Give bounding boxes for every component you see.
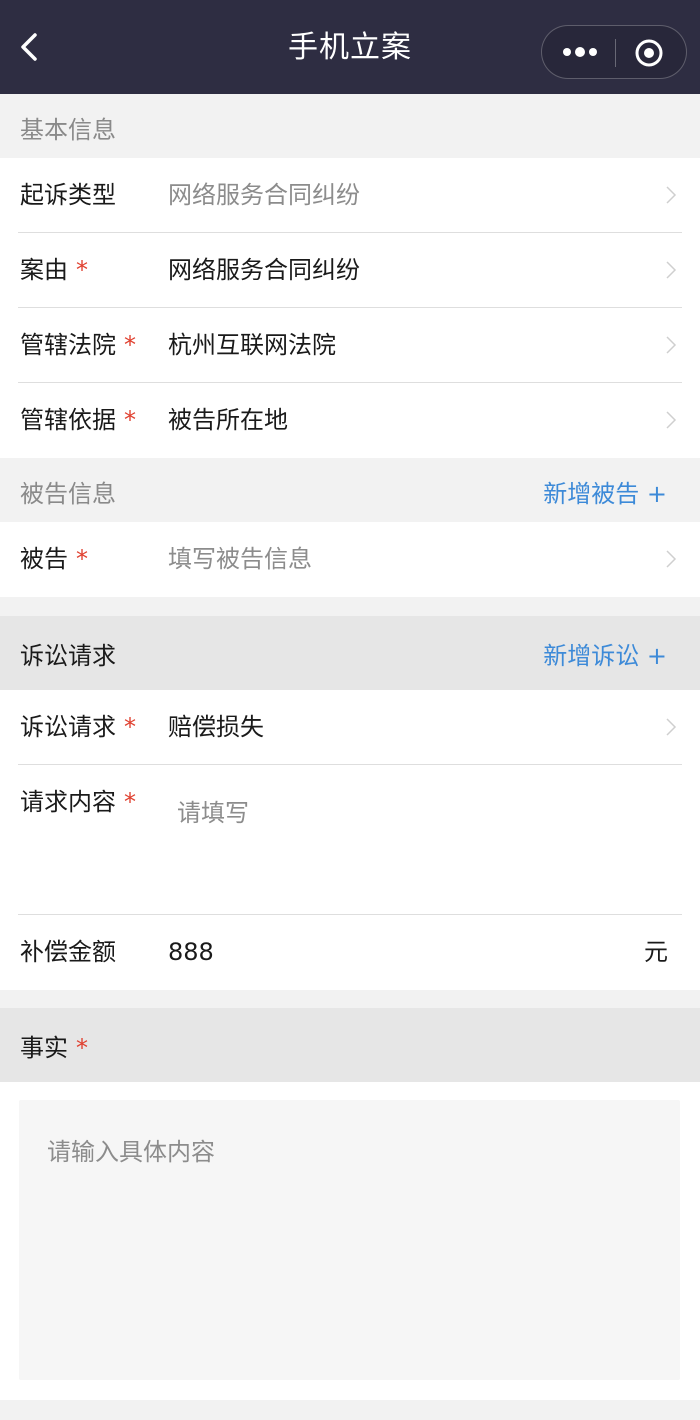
section-title: 基本信息 — [20, 116, 116, 144]
section-header-defendant: 被告信息 新增被告 + — [0, 458, 700, 522]
chevron-right-icon — [666, 261, 677, 279]
capsule-divider — [615, 39, 616, 67]
chevron-right-icon — [666, 336, 677, 354]
required-mark: * — [124, 331, 136, 359]
form-row-jurisdiction-basis[interactable]: 管辖依据 * 被告所在地 — [0, 383, 700, 458]
field-label: 请求内容 * — [20, 788, 136, 816]
currency-unit: 元 — [644, 938, 668, 966]
form-row-claim-content[interactable]: 请求内容 * 请填写 — [0, 765, 700, 915]
field-placeholder: 填写被告信息 — [168, 545, 312, 573]
amount-input[interactable]: 888 — [168, 936, 214, 968]
section-title: 事实 * — [20, 1034, 88, 1062]
field-label: 补偿金额 — [20, 938, 116, 966]
form-row-cause[interactable]: 案由 * 网络服务合同纠纷 — [0, 233, 700, 308]
required-mark: * — [124, 788, 136, 816]
section-header-claims: 诉讼请求 新增诉讼 + — [0, 616, 700, 690]
navigation-bar: 手机立案 — [0, 0, 700, 94]
add-defendant-button[interactable]: 新增被告 + — [543, 474, 667, 509]
field-label: 案由 * — [20, 256, 88, 284]
facts-textarea[interactable]: 请输入具体内容 — [19, 1100, 680, 1380]
chevron-right-icon — [666, 550, 677, 568]
more-button[interactable] — [560, 39, 600, 65]
add-claim-button[interactable]: 新增诉讼 + — [543, 636, 667, 671]
chevron-right-icon — [666, 718, 677, 736]
form-row-defendant[interactable]: 被告 * 填写被告信息 — [0, 522, 700, 597]
field-value: 赔偿损失 — [168, 713, 264, 741]
required-mark: * — [124, 713, 136, 741]
required-mark: * — [76, 1034, 88, 1062]
close-miniprogram-button[interactable] — [634, 38, 664, 68]
form-row-amount[interactable]: 补偿金额 888 元 — [0, 915, 700, 990]
more-dots-icon — [563, 47, 597, 57]
field-value: 网络服务合同纠纷 — [168, 256, 360, 284]
section-title: 被告信息 — [20, 480, 116, 508]
form-row-court[interactable]: 管辖法院 * 杭州互联网法院 — [0, 308, 700, 383]
field-label: 管辖法院 * — [20, 331, 136, 359]
chevron-right-icon — [666, 411, 677, 429]
field-value: 被告所在地 — [168, 406, 288, 434]
form-row-claim[interactable]: 诉讼请求 * 赔偿损失 — [0, 690, 700, 765]
section-title: 诉讼请求 — [20, 642, 116, 670]
target-close-icon — [635, 39, 663, 67]
required-mark: * — [124, 406, 136, 434]
required-mark: * — [76, 545, 88, 573]
field-label: 被告 * — [20, 545, 88, 573]
required-mark: * — [76, 256, 88, 284]
field-label: 诉讼请求 * — [20, 713, 136, 741]
chevron-right-icon — [666, 186, 677, 204]
claim-content-textarea[interactable]: 请填写 — [177, 797, 249, 829]
section-header-facts: 事实 * — [0, 1008, 700, 1082]
miniprogram-capsule — [541, 25, 687, 79]
field-label: 起诉类型 — [20, 181, 116, 209]
field-label: 管辖依据 * — [20, 406, 136, 434]
field-value: 杭州互联网法院 — [168, 331, 336, 359]
form-row-suit-type[interactable]: 起诉类型 网络服务合同纠纷 — [0, 158, 700, 233]
facts-placeholder: 请输入具体内容 — [47, 1138, 215, 1166]
field-value: 网络服务合同纠纷 — [168, 181, 360, 209]
section-header-basic-info: 基本信息 — [0, 94, 700, 158]
